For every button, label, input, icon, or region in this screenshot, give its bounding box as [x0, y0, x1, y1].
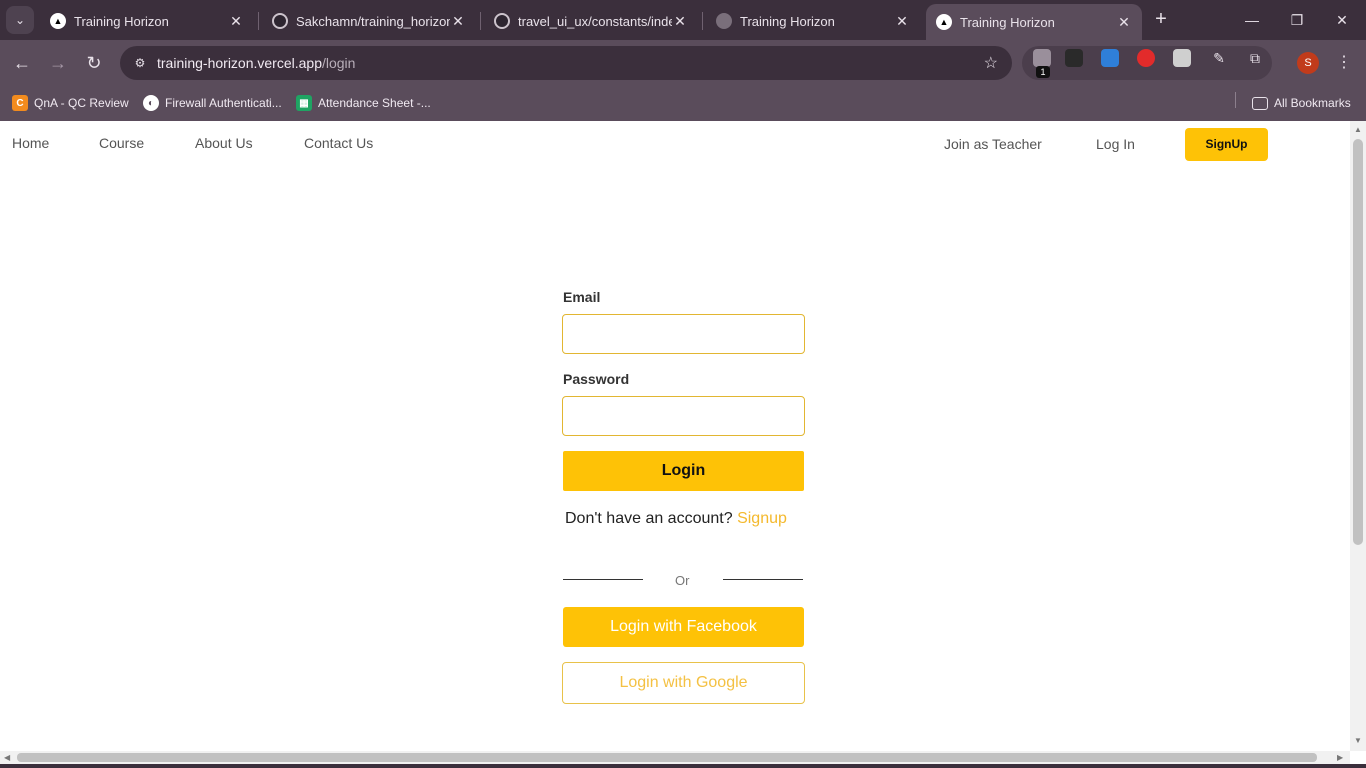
bookmark-label: QnA - QC Review — [34, 96, 129, 110]
tab-2[interactable]: Sakchamn/training_horizon ✕ — [262, 6, 476, 36]
divider-line-left — [563, 579, 643, 580]
login-with-google-button[interactable]: Login with Google — [562, 662, 805, 704]
bookmarks-bar: C QnA - QC Review ◐ Firewall Authenticat… — [0, 86, 1366, 121]
close-icon[interactable]: ✕ — [1116, 14, 1132, 31]
extension-badge: 1 — [1036, 66, 1050, 78]
or-divider-text: Or — [675, 573, 690, 588]
email-label: Email — [563, 289, 601, 305]
horizontal-scrollbar[interactable]: ◀ ▶ — [0, 751, 1350, 764]
signup-link[interactable]: Signup — [737, 510, 787, 527]
globe-icon: ◐ — [143, 95, 159, 111]
extension-icon[interactable] — [1065, 49, 1083, 67]
close-icon[interactable]: ✕ — [894, 13, 910, 30]
login-button[interactable]: Login — [563, 451, 804, 491]
folder-icon — [1252, 96, 1268, 110]
extension-icon[interactable] — [1101, 49, 1119, 67]
url-path: /login — [321, 55, 356, 71]
tab-search-button[interactable]: ⌄ — [6, 6, 34, 34]
site-settings-icon[interactable]: ⚙ — [128, 51, 152, 75]
eyedropper-icon[interactable]: ✎ — [1210, 49, 1228, 67]
tab-5-active[interactable]: ▲ Training Horizon ✕ — [926, 4, 1142, 40]
tab-4[interactable]: Training Horizon ✕ — [706, 6, 920, 36]
reload-button[interactable]: ↻ — [81, 50, 107, 76]
arrow-left-icon: ← — [13, 53, 31, 73]
bookmark-divider — [1235, 92, 1236, 108]
tab-divider — [480, 12, 481, 30]
bookmark-star-icon[interactable]: ☆ — [984, 53, 998, 73]
tab-title: Training Horizon — [74, 13, 169, 29]
signup-button[interactable]: SignUp — [1185, 128, 1268, 161]
signup-prompt: Don't have an account? Signup — [565, 510, 787, 528]
extension-icon[interactable] — [1137, 49, 1155, 67]
github-icon — [272, 13, 288, 29]
url-text[interactable]: training-horizon.vercel.app/login — [157, 55, 355, 71]
c-logo-icon: C — [12, 95, 28, 111]
bookmark-firewall[interactable]: ◐ Firewall Authenticati... — [143, 92, 282, 114]
globe-icon — [716, 13, 732, 29]
window-bottom-border — [0, 764, 1366, 768]
nav-contact-us[interactable]: Contact Us — [304, 135, 373, 151]
more-menu-icon[interactable]: ⋮ — [1336, 50, 1352, 76]
no-account-text: Don't have an account? — [565, 510, 733, 527]
horizontal-scroll-thumb[interactable] — [17, 753, 1317, 762]
reload-icon: ↻ — [86, 53, 102, 73]
close-window-button[interactable]: ✕ — [1330, 8, 1354, 32]
forward-button[interactable]: → — [45, 50, 71, 76]
tab-3[interactable]: travel_ui_ux/constants/index ✕ — [484, 6, 698, 36]
scroll-up-icon[interactable]: ▲ — [1354, 125, 1362, 134]
restore-button[interactable]: ❐ — [1285, 8, 1309, 32]
tab-1[interactable]: ▲ Training Horizon ✕ — [40, 6, 254, 36]
nav-about-us[interactable]: About Us — [195, 135, 253, 151]
nav-course[interactable]: Course — [99, 135, 144, 151]
bookmark-qna[interactable]: C QnA - QC Review — [12, 92, 129, 114]
scroll-down-icon[interactable]: ▼ — [1354, 736, 1362, 745]
address-bar[interactable]: ⚙ training-horizon.vercel.app/login ☆ — [120, 46, 1012, 80]
close-icon[interactable]: ✕ — [672, 13, 688, 30]
scroll-right-icon[interactable]: ▶ — [1337, 753, 1343, 762]
tab-title: Sakchamn/training_horizon — [296, 13, 450, 29]
all-bookmarks[interactable]: All Bookmarks — [1252, 92, 1351, 114]
puzzle-icon[interactable]: ⧉ — [1246, 49, 1264, 67]
back-button[interactable]: ← — [9, 50, 35, 76]
nav-home[interactable]: Home — [12, 135, 49, 151]
email-field[interactable] — [562, 314, 805, 354]
web-page: Home Course About Us Contact Us Join as … — [0, 121, 1350, 751]
tab-strip: ⌄ ▲ Training Horizon ✕ Sakchamn/training… — [0, 0, 1366, 40]
browser-toolbar: ← → ↻ ⚙ training-horizon.vercel.app/logi… — [0, 40, 1366, 86]
divider-line-right — [723, 579, 803, 580]
vertical-scroll-thumb[interactable] — [1353, 139, 1363, 545]
avatar[interactable]: S — [1297, 52, 1319, 74]
chevron-down-icon: ⌄ — [14, 13, 26, 27]
sheets-icon: ▦ — [296, 95, 312, 111]
tab-divider — [258, 12, 259, 30]
tab-title: travel_ui_ux/constants/index — [518, 13, 672, 29]
nav-log-in[interactable]: Log In — [1096, 136, 1135, 152]
extension-icon[interactable] — [1033, 49, 1051, 67]
nav-join-as-teacher[interactable]: Join as Teacher — [944, 136, 1042, 152]
tab-title: Training Horizon — [740, 13, 835, 29]
login-with-facebook-button[interactable]: Login with Facebook — [563, 607, 804, 647]
vertical-scrollbar[interactable]: ▲ ▼ — [1350, 121, 1366, 751]
all-bookmarks-label: All Bookmarks — [1274, 96, 1351, 110]
password-field[interactable] — [562, 396, 805, 436]
vercel-icon: ▲ — [936, 14, 952, 30]
github-icon — [494, 13, 510, 29]
minimize-button[interactable]: — — [1240, 8, 1264, 32]
tab-divider — [702, 12, 703, 30]
scroll-left-icon[interactable]: ◀ — [4, 753, 10, 762]
plus-icon: + — [1155, 8, 1167, 30]
new-tab-button[interactable]: + — [1150, 8, 1172, 30]
tab-title: Training Horizon — [960, 14, 1055, 30]
close-icon[interactable]: ✕ — [228, 13, 244, 30]
password-label: Password — [563, 371, 630, 387]
close-icon[interactable]: ✕ — [450, 13, 466, 30]
vercel-icon: ▲ — [50, 13, 66, 29]
extension-icon[interactable] — [1173, 49, 1191, 67]
arrow-right-icon: → — [49, 53, 67, 73]
bookmark-attendance[interactable]: ▦ Attendance Sheet -... — [296, 92, 431, 114]
url-host: training-horizon.vercel.app — [157, 55, 322, 71]
bookmark-label: Firewall Authenticati... — [165, 96, 282, 110]
bookmark-label: Attendance Sheet -... — [318, 96, 431, 110]
